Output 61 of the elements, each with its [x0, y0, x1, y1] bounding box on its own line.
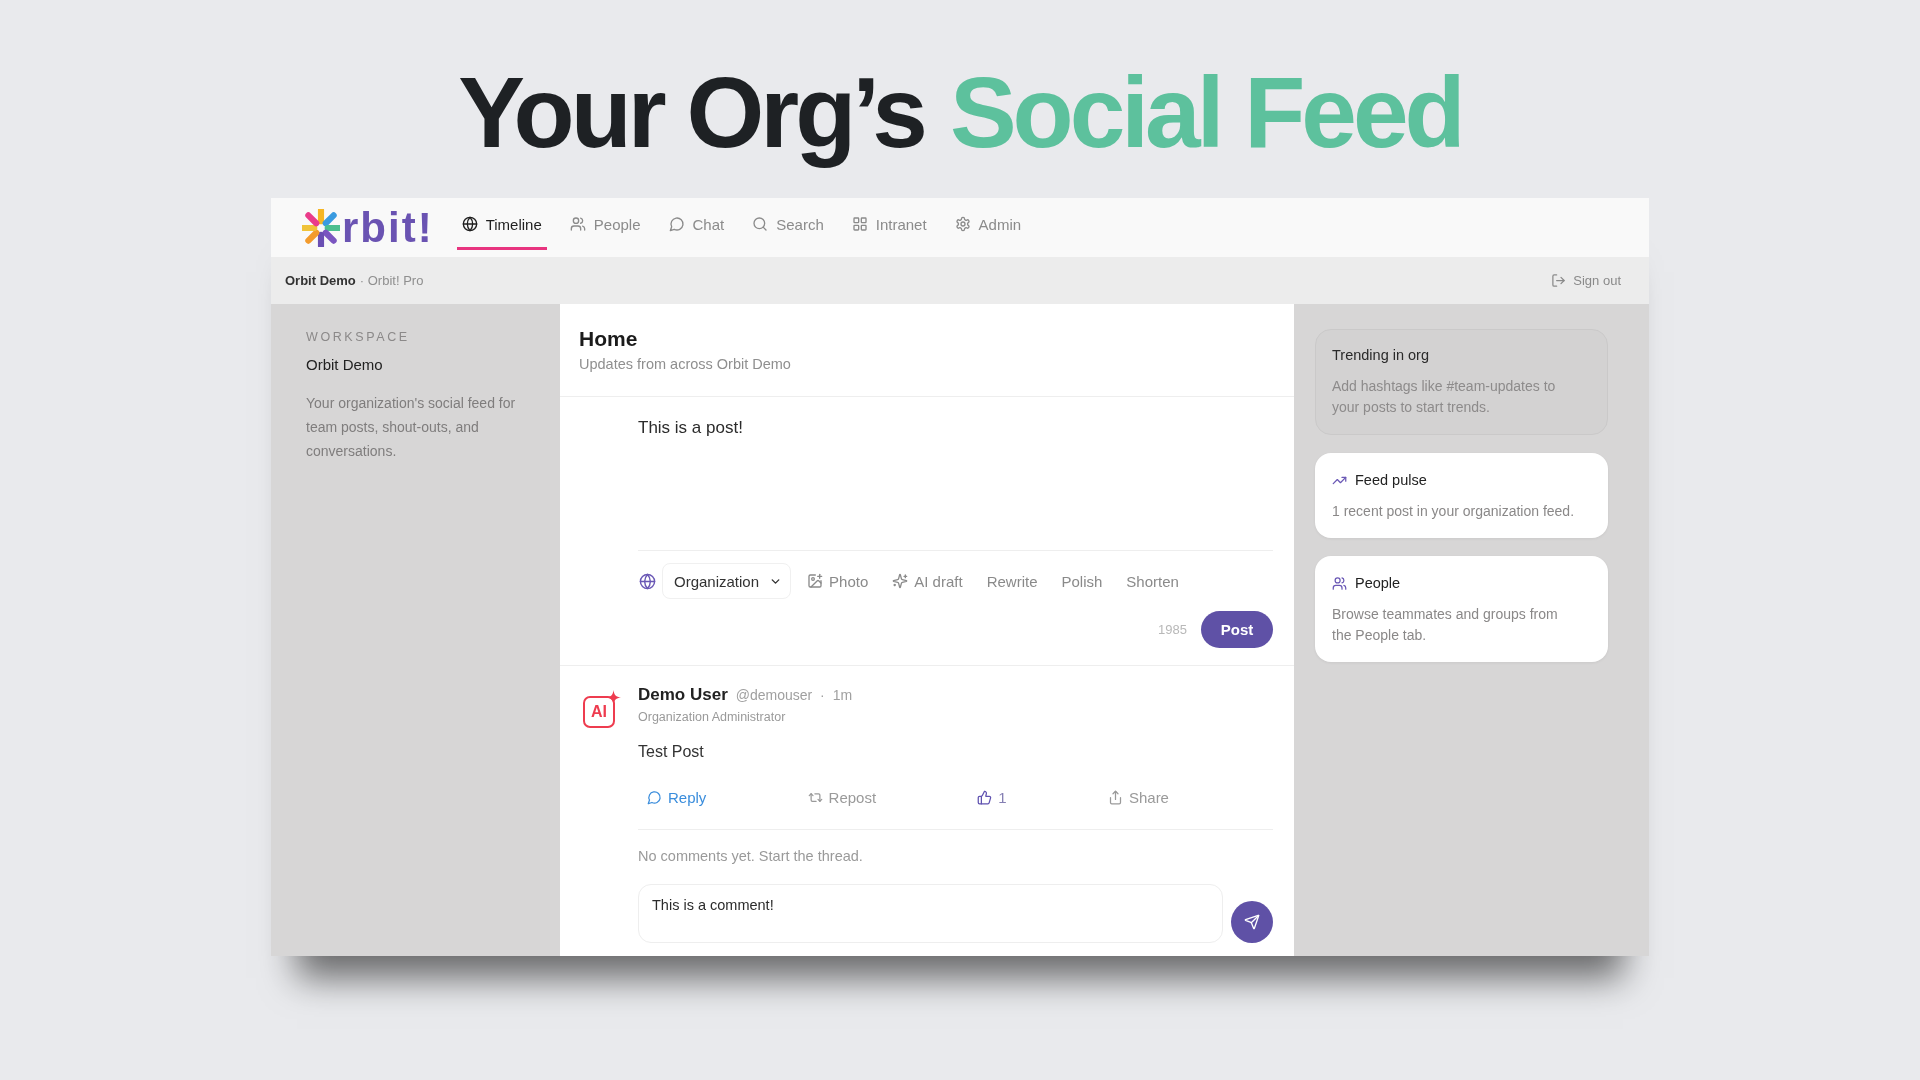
character-count: 1985 — [1158, 622, 1187, 637]
card-text: 1 recent post in your organization feed. — [1332, 502, 1576, 521]
composer-tool-button[interactable]: Shorten — [1122, 568, 1183, 594]
workspace-description: Your organization's social feed for team posts, shout-outs, and conversations. — [306, 394, 517, 461]
globe-icon — [461, 216, 478, 232]
author-handle-time: @demouser · 1m — [735, 686, 853, 705]
empty-comments-text: No comments yet. Start the thread. — [638, 847, 864, 865]
workspace-name: Orbit Demo — [285, 273, 356, 288]
nav-tab[interactable]: Search — [747, 198, 829, 250]
card-text: Browse teammates and groups from the People tab. — [1332, 605, 1559, 645]
composer-tool-button[interactable]: AI draft — [888, 568, 967, 594]
author-role: Organization Administrator — [638, 709, 787, 725]
author-name[interactable]: Demo User — [638, 684, 728, 706]
post-textarea[interactable]: This is a post! — [638, 416, 1273, 534]
composer-tool-button[interactable]: Rewrite — [982, 568, 1042, 594]
card-title: People — [1355, 574, 1401, 593]
image-plus-icon — [807, 573, 824, 589]
post-action-button[interactable]: Repost — [798, 784, 886, 810]
asterisk-logo-icon — [302, 208, 340, 247]
chat-bubble-icon — [668, 216, 685, 232]
post-text: Test Post — [638, 742, 705, 762]
sign-out-button[interactable]: Sign out — [1551, 273, 1621, 288]
plan-name: · Orbit! Pro — [359, 273, 424, 288]
thumbs-up-icon — [977, 789, 993, 805]
sparkles-icon — [892, 573, 909, 589]
card-text: Add hashtags like #team-updates to your posts to start trends. — [1332, 377, 1557, 417]
post-action-button[interactable]: Share — [1098, 784, 1178, 810]
headline-text: Social Feed — [949, 55, 1462, 170]
composer-tool-button[interactable]: Photo — [803, 568, 873, 594]
speech-bubble-icon — [647, 789, 662, 805]
nav-tab[interactable]: Intranet — [846, 198, 932, 250]
comment-input[interactable]: This is a comment! — [638, 884, 1223, 943]
page-title: Home — [579, 326, 639, 352]
card-title: Trending in org — [1332, 346, 1429, 365]
logo-text[interactable]: rbit! — [342, 205, 434, 250]
sign-out-icon — [1551, 273, 1567, 288]
audience-select[interactable]: Organization — [662, 563, 792, 599]
workspace-title: Orbit Demo — [306, 355, 384, 375]
gear-icon — [954, 216, 971, 232]
card-title: Feed pulse — [1355, 471, 1427, 490]
share-icon — [1107, 789, 1123, 805]
people-icon — [1332, 575, 1347, 591]
post-action-button[interactable]: Reply — [638, 784, 716, 810]
avatar-badge: AI — [583, 696, 615, 728]
section-heading: WORKSPACE — [306, 329, 411, 345]
nav-tab[interactable]: Timeline — [456, 198, 547, 250]
post-action-button[interactable]: 1 — [968, 784, 1016, 810]
nav-tab[interactable]: Admin — [949, 198, 1027, 250]
send-button[interactable] — [1231, 901, 1273, 943]
post-button[interactable]: Post — [1201, 611, 1273, 648]
globe-icon — [639, 572, 656, 590]
nav-tab[interactable]: People — [564, 198, 646, 250]
nav-tab[interactable]: Chat — [663, 198, 730, 250]
grid-icon — [851, 216, 868, 232]
sparkle-icon — [606, 690, 621, 705]
page-subtitle: Updates from across Orbit Demo — [579, 355, 792, 374]
headline-text: Your Org’s — [458, 55, 924, 170]
composer-tool-button[interactable]: Polish — [1057, 568, 1107, 594]
people-icon — [569, 216, 586, 232]
search-icon — [752, 216, 769, 232]
send-icon — [1244, 914, 1260, 930]
